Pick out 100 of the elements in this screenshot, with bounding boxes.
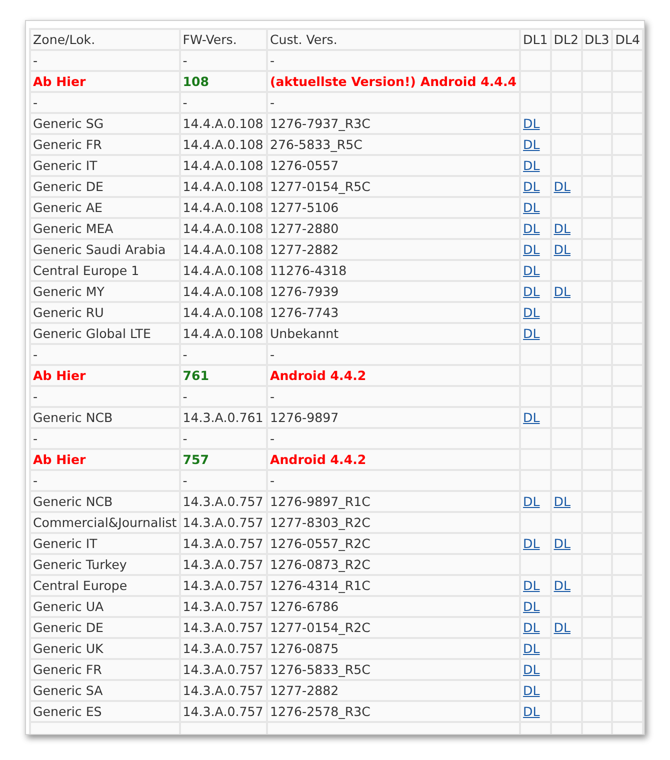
section-label: Ab Hier [31,72,179,91]
table-cell: - [31,51,179,70]
table-cell: 1276-5833_R5C [268,660,520,679]
table-cell: - [268,471,520,490]
table-cell: - [268,345,520,364]
table-cell: 1277-5106 [268,198,520,217]
table-cell: 14.3.A.0.757 [180,660,266,679]
table-cell: Generic NCB [31,492,179,511]
table-cell: 14.3.A.0.757 [180,702,266,721]
table-cell: Generic Saudi Arabia [31,240,179,259]
table-cell: Generic UK [31,639,179,658]
table-cell: 14.4.A.0.108 [180,219,266,238]
table-cell: Central Europe 1 [31,261,179,280]
table-cell: - [180,387,266,406]
table-cell: - [180,345,266,364]
table-cell: 14.4.A.0.108 [180,177,266,196]
table-cell: 14.3.A.0.757 [180,492,266,511]
column-header: DL4 [613,30,642,49]
table-cell: Generic IT [31,156,179,175]
table-cell: - [31,387,179,406]
section-label: Ab Hier [31,450,179,469]
table-cell: 1276-7937_R3C [268,114,520,133]
table-cell: 1276-4314_R1C [268,576,520,595]
table-cell: 1276-7939 [268,282,520,301]
table-cell: 14.4.A.0.108 [180,156,266,175]
table-cell: Generic ES [31,702,179,721]
table-cell: 14.3.A.0.757 [180,555,266,574]
table-cell: 14.4.A.0.108 [180,303,266,322]
build-number: 761 [180,366,266,385]
table-cell: 14.3.A.0.757 [180,513,266,532]
table-cell: - [180,51,266,70]
table-cell: 1276-0875 [268,639,520,658]
table-cell: Generic FR [31,660,179,679]
table-cell: - [180,471,266,490]
table-cell: 1276-0557 [268,156,520,175]
table-cell: 14.4.A.0.108 [180,240,266,259]
table-cell: Central Europe [31,576,179,595]
build-number: 757 [180,450,266,469]
table-cell: 1276-0873_R2C [268,555,520,574]
column-header: DL1 [521,30,550,49]
table-cell: Generic RU [31,303,179,322]
table-cell: 14.3.A.0.757 [180,597,266,616]
table-cell: 11276-4318 [268,261,520,280]
table-cell: - [268,387,520,406]
android-version: Android 4.4.2 [268,366,520,385]
table-cell: Generic Turkey [31,555,179,574]
table-cell: Generic SG [31,114,179,133]
table-cell: Generic MY [31,282,179,301]
table-cell: 14.3.A.0.757 [180,534,266,553]
table-cell: 14.4.A.0.108 [180,324,266,343]
table-cell: 14.3.A.0.757 [180,681,266,700]
table-cell: 1276-0557_R2C [268,534,520,553]
section-label: Ab Hier [31,366,179,385]
table-cell: 14.3.A.0.757 [180,576,266,595]
build-number: 108 [180,72,266,91]
table-cell: 14.4.A.0.108 [180,261,266,280]
table-cell: 1277-2882 [268,240,520,259]
table-cell: 1276-6786 [268,597,520,616]
table-cell: - [31,93,179,112]
table-cell: 1276-2578_R3C [268,702,520,721]
table-cell: 14.4.A.0.108 [180,282,266,301]
table-cell: 14.4.A.0.108 [180,135,266,154]
table-cell: - [268,51,520,70]
table-cell: 14.4.A.0.108 [180,198,266,217]
table-cell: 14.3.A.0.757 [180,639,266,658]
table-cell: 1277-0154_R5C [268,177,520,196]
column-header: DL3 [582,30,612,49]
table-cell: Unbekannt [268,324,520,343]
table-cell: 1277-8303_R2C [268,513,520,532]
table-cell: Generic DE [31,177,179,196]
table-cell: - [31,429,179,448]
table-cell: Generic FR [31,135,179,154]
table-cell: - [31,471,179,490]
table-cell: 1277-2880 [268,219,520,238]
table-cell: Commercial&Journalist [31,513,179,532]
table-cell: 14.3.A.0.761 [180,408,266,427]
table-cell: Generic DE [31,618,179,637]
table-cell: 1276-7743 [268,303,520,322]
table-cell: 14.4.A.0.108 [180,114,266,133]
table-cell: - [180,93,266,112]
table-cell: Generic UA [31,597,179,616]
table-cell: 1276-9897_R1C [268,492,520,511]
android-version: Android 4.4.2 [268,450,520,469]
table-cell: Generic Global LTE [31,324,179,343]
table-cell: 1276-9897 [268,408,520,427]
table-cell: - [180,429,266,448]
table-cell: Generic AE [31,198,179,217]
table-cell: Generic IT [31,534,179,553]
table-cell: - [31,345,179,364]
table-cell: - [268,93,520,112]
column-header: FW-Vers. [180,30,266,49]
table-cell: 14.3.A.0.757 [180,618,266,637]
table-cell: 276-5833_R5C [268,135,520,154]
table-cell: - [268,429,520,448]
table-cell: Generic MEA [31,219,179,238]
column-header: Zone/Lok. [31,30,179,49]
android-version: (aktuellste Version!) Android 4.4.4 [268,72,520,91]
column-header: Cust. Vers. [268,30,520,49]
table-cell: 1277-0154_R2C [268,618,520,637]
table-cell: 1277-2882 [268,681,520,700]
